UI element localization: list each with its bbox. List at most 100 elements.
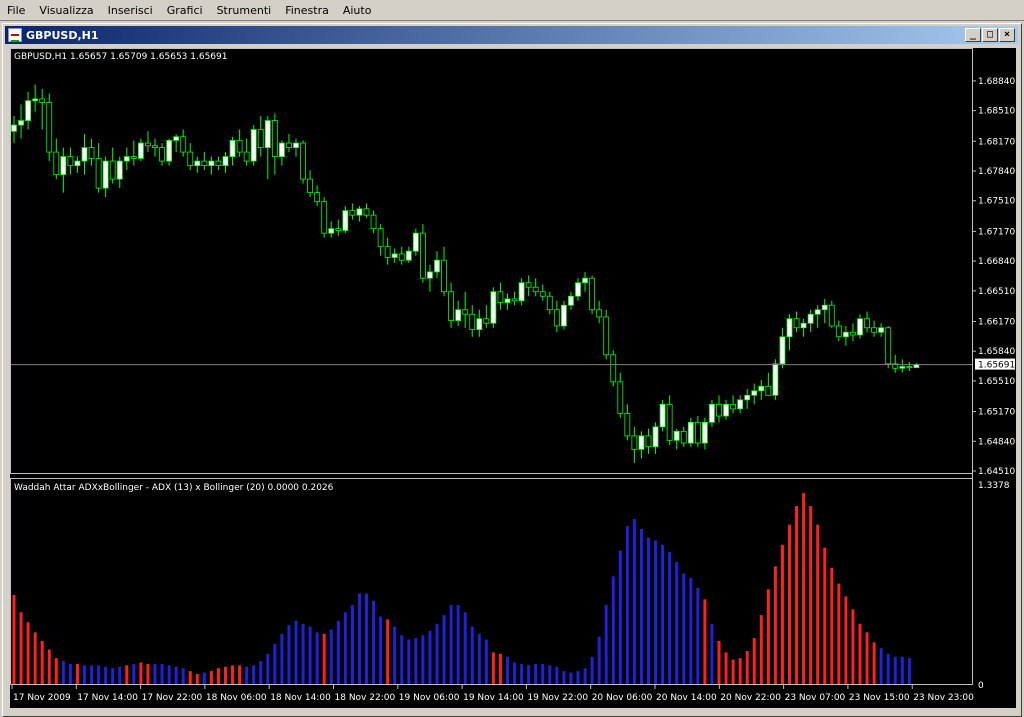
indicator-bar xyxy=(386,619,390,684)
indicator-bar xyxy=(569,672,573,684)
indicator-bar xyxy=(802,493,806,684)
candle xyxy=(278,140,285,166)
indicator-bar xyxy=(583,668,587,684)
candle xyxy=(687,417,694,447)
time-tick-label: 19 Nov 06:00 xyxy=(399,693,460,703)
candle-body xyxy=(758,385,765,392)
candle-body xyxy=(293,142,299,148)
candle xyxy=(730,395,736,414)
indicator-bar xyxy=(372,600,376,684)
candle xyxy=(645,428,652,454)
indicator-bar xyxy=(280,633,284,684)
indicator-bar xyxy=(146,663,150,684)
candle xyxy=(483,305,490,328)
indicator-bar xyxy=(795,506,799,684)
candle xyxy=(229,136,236,166)
indicator-bar xyxy=(639,528,643,684)
menu-inserisci[interactable]: Inserisci xyxy=(101,0,160,21)
indicator-bar xyxy=(153,663,157,684)
menu-finestra[interactable]: Finestra xyxy=(278,0,336,21)
candle xyxy=(892,354,899,373)
time-tick-label: 18 Nov 06:00 xyxy=(206,693,267,703)
candle-body xyxy=(483,318,490,324)
candle xyxy=(88,138,95,166)
indicator-bar xyxy=(343,612,347,684)
candle-body xyxy=(109,160,116,180)
indicator-bar xyxy=(188,671,192,684)
menu-aiuto[interactable]: Aiuto xyxy=(336,0,379,21)
indicator-bar xyxy=(407,639,411,684)
indicator-bar xyxy=(879,648,883,684)
indicator-bar xyxy=(54,658,58,684)
candle xyxy=(821,298,828,324)
indicator-bar xyxy=(527,665,531,684)
candle-body xyxy=(102,160,109,189)
candle-body xyxy=(314,192,321,203)
indicator-bar xyxy=(195,673,199,684)
candle xyxy=(469,305,476,337)
candle-body xyxy=(130,156,137,159)
chart-canvas[interactable]: 1.68840 1.68510 1.68170 1.67840 1.67510 1.671… xyxy=(10,48,1016,708)
price-tick-label: 1.65840 xyxy=(978,347,1015,357)
menu-strumenti[interactable]: Strumenti xyxy=(210,0,279,21)
indicator-bar xyxy=(816,524,820,684)
candle xyxy=(11,116,17,144)
candle-body xyxy=(384,246,391,258)
candle xyxy=(137,138,144,162)
candle-body xyxy=(680,430,687,444)
candle-body xyxy=(427,271,433,279)
candle-body xyxy=(828,304,835,327)
indicator-bar xyxy=(266,653,270,684)
candle xyxy=(596,300,603,324)
indicator-bar xyxy=(780,544,784,684)
candle xyxy=(758,380,765,400)
minimize-button[interactable]: _ xyxy=(965,28,981,42)
candle xyxy=(18,104,24,139)
candle-body xyxy=(575,282,581,297)
candle-body xyxy=(652,426,659,448)
indicator-bar xyxy=(19,612,23,684)
candle-body xyxy=(448,291,455,321)
close-button[interactable]: × xyxy=(999,28,1015,42)
candle xyxy=(53,138,60,180)
window-titlebar[interactable]: GBPUSD,H1 _ □ × xyxy=(5,26,1018,44)
candle-body xyxy=(518,282,525,302)
candle xyxy=(624,404,631,441)
indicator-bar xyxy=(315,632,319,684)
candle-body xyxy=(857,318,863,336)
menu-file[interactable]: File xyxy=(0,0,32,21)
time-tick-label: 18 Nov 22:00 xyxy=(335,693,396,703)
candle-body xyxy=(807,313,814,324)
menu-visualizza[interactable]: Visualizza xyxy=(32,0,100,21)
candle xyxy=(356,206,363,222)
time-tick-label: 19 Nov 22:00 xyxy=(527,693,588,703)
candle xyxy=(666,395,673,445)
candle-body xyxy=(553,309,560,327)
candle-body xyxy=(666,403,673,441)
indicator-bar xyxy=(400,635,404,684)
indicator-bar xyxy=(773,566,777,684)
candle-body xyxy=(610,354,617,383)
candle xyxy=(673,428,680,450)
candle-body xyxy=(307,178,314,194)
menu-grafici[interactable]: Grafici xyxy=(160,0,210,21)
restore-button[interactable]: □ xyxy=(982,28,998,42)
indicator-bar xyxy=(287,625,291,684)
indicator-bar xyxy=(745,650,749,684)
indicator-bar xyxy=(40,640,44,684)
candle-body xyxy=(398,253,405,261)
indicator-bar xyxy=(893,656,897,684)
candle-body xyxy=(659,403,666,428)
candle xyxy=(568,291,574,310)
candle xyxy=(906,361,913,372)
candle-body xyxy=(201,160,208,167)
indicator-bar xyxy=(238,665,242,684)
candle-body xyxy=(32,98,39,102)
indicator-bar xyxy=(442,615,446,684)
candle xyxy=(807,309,814,333)
price-tick-label: 1.66510 xyxy=(978,287,1015,297)
candle xyxy=(857,314,863,339)
indicator-bar xyxy=(689,577,693,684)
candle-body xyxy=(723,403,729,417)
candle xyxy=(286,134,292,153)
